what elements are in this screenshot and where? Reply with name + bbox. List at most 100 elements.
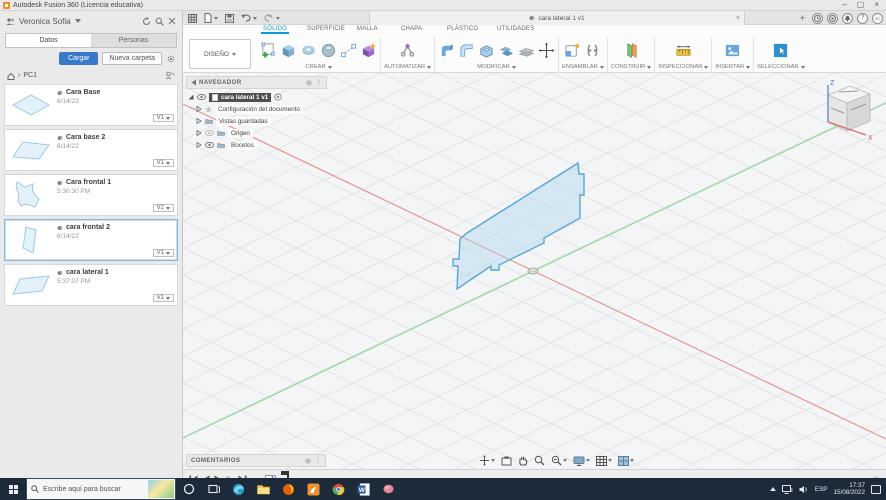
visibility-eye-icon[interactable] — [197, 94, 206, 100]
collaboration-icon[interactable] — [165, 71, 175, 80]
press-pull-icon[interactable] — [438, 42, 455, 59]
tab-personas[interactable]: Personas — [91, 34, 176, 47]
user-name[interactable]: Veronica Sofia — [19, 17, 71, 26]
file-card[interactable]: Cara base 2 6/14/22 V1 — [4, 129, 178, 171]
automate-icon[interactable] — [399, 42, 416, 59]
expand-open-icon[interactable] — [188, 94, 194, 100]
search-icon[interactable] — [155, 17, 164, 26]
ribbon-tab-solido[interactable]: SÓLIDO — [261, 26, 289, 34]
cortana-icon[interactable] — [176, 478, 201, 500]
orbit-tool[interactable] — [479, 455, 495, 466]
tree-root-row[interactable]: cara lateral 1 v1 — [186, 92, 327, 102]
pan-tool[interactable] — [518, 455, 528, 466]
look-at-tool[interactable] — [501, 456, 512, 466]
close-button[interactable]: × — [874, 0, 879, 10]
expand-closed-icon[interactable] — [196, 106, 202, 112]
ribbon-tab-malla[interactable]: MALLA — [357, 26, 378, 32]
app-icon-misc[interactable] — [376, 478, 401, 500]
group-label-automatizar[interactable]: AUTOMATIZAR — [384, 64, 432, 71]
grid-settings[interactable] — [596, 455, 612, 466]
file-explorer-icon[interactable] — [251, 478, 276, 500]
profile-avatar[interactable]: VC — [872, 12, 883, 24]
viewport-canvas[interactable]: NAVEGADOR ⋮ cara lateral 1 v1 Configurac… — [183, 73, 886, 469]
word-icon[interactable]: W — [351, 478, 376, 500]
panel-menu-icon[interactable]: ⋮ — [315, 457, 321, 464]
shell-icon[interactable] — [478, 42, 495, 59]
zoom-tool[interactable] — [534, 455, 545, 466]
data-panel-toggle-icon[interactable] — [188, 13, 197, 23]
tab-datos[interactable]: Datos — [6, 34, 91, 47]
fusion-360-icon[interactable] — [301, 478, 326, 500]
ribbon-tab-superficie[interactable]: SUPERFICIE — [307, 26, 345, 32]
undo-button[interactable] — [241, 14, 257, 22]
file-card[interactable]: cara lateral 1 5:37:07 PM V1 — [4, 264, 178, 306]
search-highlight-image[interactable] — [148, 480, 174, 498]
edge-icon[interactable] — [226, 478, 251, 500]
task-view-icon[interactable] — [201, 478, 226, 500]
start-button[interactable] — [0, 478, 26, 500]
refresh-icon[interactable] — [142, 16, 151, 26]
box-icon[interactable] — [280, 42, 297, 59]
tree-item-saved-views[interactable]: Vistas guardadas — [186, 116, 327, 126]
display-settings[interactable] — [573, 456, 590, 466]
gear-icon[interactable] — [166, 54, 176, 64]
new-document-button[interactable]: + — [797, 13, 808, 23]
new-folder-button[interactable]: Nueva carpeta — [102, 52, 162, 65]
close-panel-icon[interactable] — [168, 17, 176, 25]
home-icon[interactable] — [7, 72, 15, 80]
version-badge[interactable]: V2 — [152, 204, 174, 212]
joint-icon[interactable] — [584, 42, 601, 59]
insert-image-icon[interactable] — [724, 42, 741, 59]
extensions-icon[interactable] — [827, 12, 838, 24]
group-label-ensamblar[interactable]: ENSAMBLAR — [562, 64, 604, 71]
panel-menu-icon[interactable]: ⋮ — [316, 79, 322, 86]
new-component-icon[interactable] — [564, 42, 581, 59]
tree-root-label[interactable]: cara lateral 1 v1 — [209, 92, 272, 102]
ribbon-tab-plastico[interactable]: PLÁSTICO — [447, 26, 478, 32]
maximize-button[interactable]: ▢ — [857, 0, 865, 10]
save-icon[interactable] — [225, 13, 234, 23]
breadcrumb-folder[interactable]: PC1 — [23, 72, 37, 79]
group-label-crear[interactable]: CREAR — [305, 64, 332, 71]
construct-plane-icon[interactable] — [623, 42, 640, 59]
viewports-settings[interactable] — [618, 455, 634, 466]
file-card-selected[interactable]: cara frontal 2 6/14/22 V1 — [4, 219, 178, 261]
group-label-insertar[interactable]: INSERTAR — [715, 64, 751, 71]
job-status-icon[interactable] — [812, 12, 823, 24]
document-tab[interactable]: cara lateral 1 v1 × — [369, 11, 745, 25]
tree-item-origin[interactable]: Origen — [186, 128, 327, 138]
measure-icon[interactable] — [675, 42, 692, 59]
group-label-modificar[interactable]: MODIFICAR — [477, 64, 516, 71]
expand-closed-icon[interactable] — [196, 118, 202, 124]
chevron-down-icon[interactable] — [74, 19, 81, 23]
redo-button[interactable] — [264, 14, 280, 22]
version-badge[interactable]: V1 — [152, 294, 174, 302]
tree-item-doc-settings[interactable]: Configuración del documento — [186, 104, 327, 114]
sketch-profile[interactable] — [452, 161, 585, 291]
file-menu-button[interactable] — [204, 13, 218, 23]
visibility-eye-off-icon[interactable] — [205, 130, 214, 136]
tray-expand-icon[interactable] — [769, 487, 776, 491]
tree-item-sketches[interactable]: Bocetos — [186, 140, 327, 150]
select-cursor-icon[interactable] — [772, 42, 789, 59]
version-badge[interactable]: V1 — [152, 114, 174, 122]
spline-icon[interactable] — [340, 42, 357, 59]
activate-radio-icon[interactable] — [274, 93, 282, 101]
version-badge[interactable]: V1 — [152, 249, 174, 257]
document-close-icon[interactable]: × — [736, 15, 740, 22]
fillet-icon[interactable] — [458, 42, 475, 59]
origin-indicator[interactable] — [527, 267, 539, 275]
view-cube[interactable]: Z X — [814, 77, 878, 149]
ribbon-tab-utilidades[interactable]: UTILIDADES — [497, 26, 534, 32]
sphere-icon[interactable] — [320, 42, 337, 59]
expand-closed-icon[interactable] — [196, 142, 202, 148]
collapse-panel-icon[interactable] — [191, 79, 196, 86]
fit-tool[interactable] — [551, 455, 567, 466]
revolve-icon[interactable] — [300, 42, 317, 59]
gear-icon[interactable] — [305, 79, 313, 87]
gear-icon[interactable] — [304, 457, 312, 465]
expand-closed-icon[interactable] — [196, 130, 202, 136]
language-indicator[interactable]: ESP — [815, 486, 828, 493]
ribbon-tab-chapa[interactable]: CHAPA — [401, 26, 422, 32]
notification-bell-icon[interactable] — [842, 12, 853, 24]
